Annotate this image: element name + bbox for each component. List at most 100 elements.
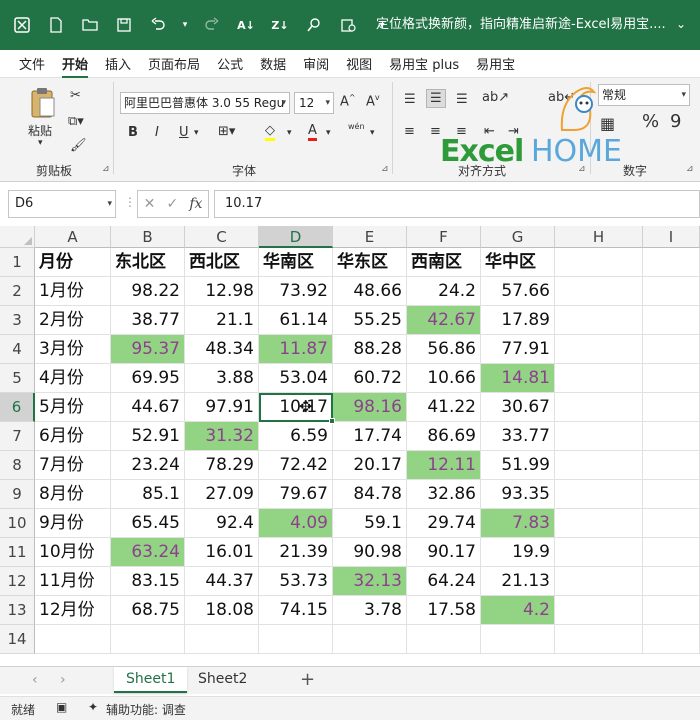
row-header-3[interactable]: 3 xyxy=(0,306,35,335)
cell-c7[interactable]: 31.32 xyxy=(185,422,259,451)
macro-record-icon[interactable]: ▣ xyxy=(56,700,67,714)
save-icon[interactable] xyxy=(112,13,136,37)
increase-font-icon[interactable]: A^ xyxy=(340,93,356,109)
cell-d4[interactable]: 11.87 xyxy=(259,335,333,364)
undo-icon[interactable] xyxy=(146,13,170,37)
column-header-a[interactable]: A xyxy=(35,226,111,248)
percent-button[interactable]: % xyxy=(642,111,659,132)
decrease-font-icon[interactable]: Av xyxy=(366,93,380,109)
tab-review[interactable]: 审阅 xyxy=(303,54,329,73)
cell-c9[interactable]: 27.09 xyxy=(185,480,259,509)
cell-c3[interactable]: 21.1 xyxy=(185,306,259,335)
align-left-icon[interactable]: ≡ xyxy=(404,124,415,139)
row-header-8[interactable]: 8 xyxy=(0,451,35,480)
cell-b14[interactable] xyxy=(111,625,185,654)
column-header-b[interactable]: B xyxy=(111,226,185,248)
cell-i5[interactable] xyxy=(643,364,700,393)
confirm-icon[interactable]: ✓ xyxy=(166,196,178,212)
cell-f1[interactable]: 西南区 xyxy=(407,248,481,277)
cell-h4[interactable] xyxy=(555,335,643,364)
name-box[interactable]: D6 ▾ xyxy=(8,190,116,218)
cell-b8[interactable]: 23.24 xyxy=(111,451,185,480)
cell-i8[interactable] xyxy=(643,451,700,480)
cell-g11[interactable]: 19.9 xyxy=(481,538,555,567)
row-header-14[interactable]: 14 xyxy=(0,625,35,654)
cell-e4[interactable]: 88.28 xyxy=(333,335,407,364)
paste-chevron-icon[interactable]: ▾ xyxy=(38,138,43,148)
cell-b4[interactable]: 95.37 xyxy=(111,335,185,364)
cell-f7[interactable]: 86.69 xyxy=(407,422,481,451)
cell-a12[interactable]: 11月份 xyxy=(35,567,111,596)
cell-i2[interactable] xyxy=(643,277,700,306)
align-middle-icon[interactable]: ☰ xyxy=(426,89,446,108)
insert-function-button[interactable]: fx xyxy=(189,196,202,212)
cell-g6[interactable]: 30.67 xyxy=(481,393,555,422)
column-header-e[interactable]: E xyxy=(333,226,407,248)
cell-d8[interactable]: 72.42 xyxy=(259,451,333,480)
cell-b13[interactable]: 68.75 xyxy=(111,596,185,625)
cell-f13[interactable]: 17.58 xyxy=(407,596,481,625)
format-painter-icon[interactable]: 🖌 xyxy=(70,138,87,153)
cell-b1[interactable]: 东北区 xyxy=(111,248,185,277)
clipboard-launcher-icon[interactable]: ⊿ xyxy=(102,164,110,174)
title-chevron-icon[interactable]: ⌄ xyxy=(676,17,686,31)
sort-ascending-icon[interactable]: A↓ xyxy=(234,13,258,37)
cell-h7[interactable] xyxy=(555,422,643,451)
number-format-select[interactable]: 常规 ▾ xyxy=(598,84,690,106)
cell-d11[interactable]: 21.39 xyxy=(259,538,333,567)
cell-a7[interactable]: 6月份 xyxy=(35,422,111,451)
cell-d9[interactable]: 79.67 xyxy=(259,480,333,509)
cell-d10[interactable]: 4.09 xyxy=(259,509,333,538)
cell-g4[interactable]: 77.91 xyxy=(481,335,555,364)
cell-e13[interactable]: 3.78 xyxy=(333,596,407,625)
cell-d1[interactable]: 华南区 xyxy=(259,248,333,277)
cell-b5[interactable]: 69.95 xyxy=(111,364,185,393)
tab-yiyongbao[interactable]: 易用宝 xyxy=(476,54,515,73)
align-bottom-icon[interactable]: ☰ xyxy=(456,92,468,107)
cell-g12[interactable]: 21.13 xyxy=(481,567,555,596)
cell-i14[interactable] xyxy=(643,625,700,654)
cell-i1[interactable] xyxy=(643,248,700,277)
formula-bar-grip-icon[interactable]: ⋮ xyxy=(124,195,136,209)
cell-b10[interactable]: 65.45 xyxy=(111,509,185,538)
cell-a3[interactable]: 2月份 xyxy=(35,306,111,335)
cell-f9[interactable]: 32.86 xyxy=(407,480,481,509)
cell-h9[interactable] xyxy=(555,480,643,509)
cell-e9[interactable]: 84.78 xyxy=(333,480,407,509)
cell-i3[interactable] xyxy=(643,306,700,335)
cell-a5[interactable]: 4月份 xyxy=(35,364,111,393)
tab-data[interactable]: 数据 xyxy=(260,54,286,73)
row-header-11[interactable]: 11 xyxy=(0,538,35,567)
cell-f6[interactable]: 41.22 xyxy=(407,393,481,422)
cell-a13[interactable]: 12月份 xyxy=(35,596,111,625)
font-color-chevron-icon[interactable]: ▾ xyxy=(326,128,331,138)
cell-g5[interactable]: 14.81 xyxy=(481,364,555,393)
cell-f14[interactable] xyxy=(407,625,481,654)
cut-icon[interactable]: ✂ xyxy=(70,88,81,103)
cell-h3[interactable] xyxy=(555,306,643,335)
cell-c2[interactable]: 12.98 xyxy=(185,277,259,306)
cell-h1[interactable] xyxy=(555,248,643,277)
cell-i4[interactable] xyxy=(643,335,700,364)
row-header-5[interactable]: 5 xyxy=(0,364,35,393)
accessibility-icon[interactable] xyxy=(336,13,360,37)
cell-h14[interactable] xyxy=(555,625,643,654)
cell-g9[interactable]: 93.35 xyxy=(481,480,555,509)
cell-c14[interactable] xyxy=(185,625,259,654)
cell-e5[interactable]: 60.72 xyxy=(333,364,407,393)
cell-i13[interactable] xyxy=(643,596,700,625)
cell-f10[interactable]: 29.74 xyxy=(407,509,481,538)
align-top-icon[interactable]: ☰ xyxy=(404,92,416,107)
cell-g7[interactable]: 33.77 xyxy=(481,422,555,451)
copy-icon[interactable]: ⧉▾ xyxy=(68,114,84,129)
tab-yiyongbao-plus[interactable]: 易用宝 plus xyxy=(389,54,459,73)
font-name-select[interactable]: 阿里巴巴普惠体 3.0 55 Regu ▾ xyxy=(120,92,290,114)
add-sheet-button[interactable]: + xyxy=(300,669,315,690)
new-file-icon[interactable] xyxy=(44,13,68,37)
cell-c11[interactable]: 16.01 xyxy=(185,538,259,567)
cell-h6[interactable] xyxy=(555,393,643,422)
font-size-select[interactable]: 12 ▾ xyxy=(294,92,334,114)
cell-c12[interactable]: 44.37 xyxy=(185,567,259,596)
cell-b12[interactable]: 83.15 xyxy=(111,567,185,596)
cell-i10[interactable] xyxy=(643,509,700,538)
